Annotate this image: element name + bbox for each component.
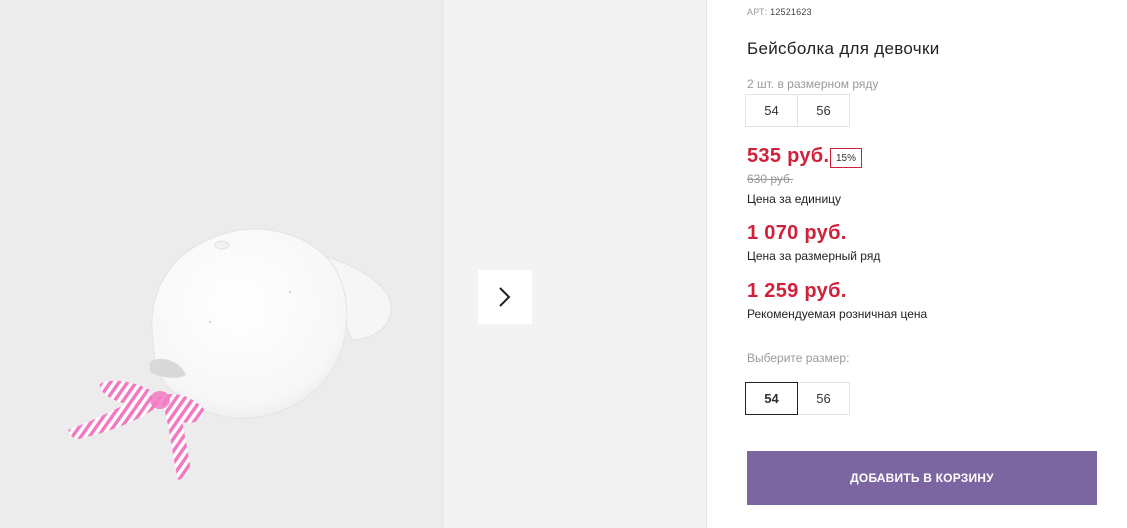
size-row-item: 54 [745,94,798,127]
size-row-price-caption: Цена за размерный ряд [747,249,881,263]
size-row-label: 2 шт. в размерном ряду [747,77,879,91]
cap-image [68,228,392,480]
article-value: 12521623 [770,7,812,17]
unit-price-caption: Цена за единицу [747,192,842,206]
size-option-56[interactable]: 56 [797,382,850,415]
unit-price: 535 руб. [747,145,830,167]
recommended-price: 1 259 руб. [747,280,847,302]
article-label: АРТ: [747,7,768,17]
article-number: АРТ: 12521623 [747,7,812,17]
add-to-cart-button[interactable]: Добавить в корзину [747,451,1097,505]
recommended-price-caption: Рекомендуемая розничная цена [747,307,928,321]
next-photo-preview [444,0,706,528]
discount-badge: 15% [830,148,862,168]
size-row-list: 54 56 [745,94,850,127]
chevron-right-icon [499,287,511,307]
gallery-next-button[interactable] [478,270,532,324]
size-row-price: 1 070 руб. [747,222,847,244]
product-photo [0,0,444,528]
old-price: 630 руб. [747,172,794,186]
product-title: Бейсболка для девочки [747,39,940,58]
size-row-item: 56 [797,94,850,127]
size-option-54[interactable]: 54 [745,382,798,415]
product-gallery [0,0,706,528]
product-info: АРТ: 12521623 Бейсболка для девочки 2 шт… [745,0,1107,528]
size-selector: 54 56 [745,382,850,415]
choose-size-label: Выберите размер: [747,351,850,365]
panel-divider [706,0,707,528]
